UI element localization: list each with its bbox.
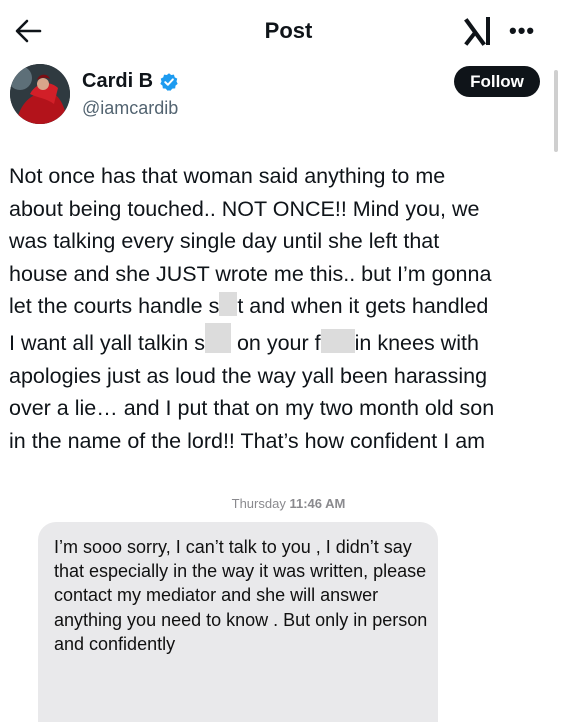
censor-block xyxy=(320,328,355,353)
tweet-line: in the name of the lord!! That’s how con… xyxy=(9,425,554,458)
tweet-text-segment: was talking every single day until she l… xyxy=(9,229,440,254)
scrollbar[interactable] xyxy=(554,70,558,152)
message-timestamp: Thursday 11:46 AM xyxy=(0,496,577,511)
author-name[interactable]: Cardi B xyxy=(82,70,153,93)
tweet-text-segment: in knees with xyxy=(354,330,479,355)
follow-button[interactable]: Follow xyxy=(454,66,540,97)
tweet-line: was talking every single day until she l… xyxy=(9,225,554,258)
tweet-text-segment: t and when it gets handled xyxy=(237,294,489,319)
tweet-text-segment: about being touched.. NOT ONCE!! Mind yo… xyxy=(9,196,480,221)
avatar[interactable] xyxy=(10,64,70,124)
author-name-row: Cardi B xyxy=(82,70,179,93)
tweet-text-segment: Not once has that woman said anything to… xyxy=(9,164,446,188)
tweet-line: house and she JUST wrote me this.. but I… xyxy=(9,258,554,291)
author-handle[interactable]: @iamcardib xyxy=(82,98,178,119)
message-text: I’m sooo sorry, I can’t talk to you , I … xyxy=(54,537,428,654)
tweet-line: apologies just as loud the way yall been… xyxy=(9,360,554,393)
tweet-line: over a lie… and I put that on my two mon… xyxy=(9,392,554,425)
top-bar: Post ••• xyxy=(0,0,577,62)
tweet-line: I want all yall talkin s on your f in kne… xyxy=(9,322,554,360)
xai-logo-icon xyxy=(464,16,496,46)
tweet-line: Not once has that woman said anything to… xyxy=(9,160,554,193)
verified-badge-icon xyxy=(159,72,179,92)
more-horizontal-icon[interactable]: ••• xyxy=(509,18,535,44)
censor-block xyxy=(219,292,238,317)
tweet-text-segment: on your f xyxy=(230,330,321,355)
tweet-line: let the courts handle s t and when it get… xyxy=(9,290,554,323)
tweet-text: Not once has that woman said anything to… xyxy=(9,160,554,457)
message-time: 11:46 AM xyxy=(289,496,346,511)
tweet-text-segment: I want all yall talkin s xyxy=(9,330,205,355)
censor-block xyxy=(204,322,231,353)
tweet-text-segment: house and she JUST wrote me this.. but I… xyxy=(9,261,492,286)
tweet-text-segment: apologies just as loud the way yall been… xyxy=(9,363,488,388)
tweet-text-segment: over a lie… and I put that on my two mon… xyxy=(9,396,495,421)
tweet-text-segment: let the courts handle s xyxy=(9,294,220,319)
message-day: Thursday xyxy=(231,496,286,511)
tweet-text-segment: in the name of the lord!! That’s how con… xyxy=(9,428,486,453)
tweet-line: about being touched.. NOT ONCE!! Mind yo… xyxy=(9,193,554,226)
